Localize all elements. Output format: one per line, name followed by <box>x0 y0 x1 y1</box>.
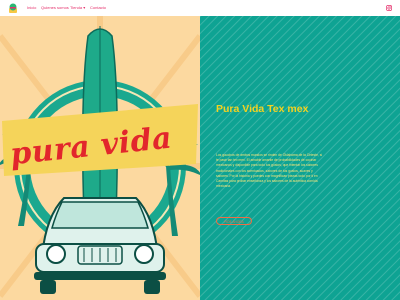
hero-description: Los gauchos de ambos mundos se rinden de… <box>216 153 323 189</box>
hero-illustration-panel: pura vida <box>0 16 200 300</box>
nav-link-inicio[interactable]: Inicio <box>27 5 36 10</box>
pura-vida-logo[interactable] <box>8 2 18 14</box>
nav-link-tienda-dropdown[interactable]: Tienda ▾ <box>70 5 85 10</box>
instagram-icon[interactable] <box>386 5 392 11</box>
hero-title: Pura Vida Tex mex <box>216 103 309 115</box>
hero-info-panel: Pura Vida Tex mex Los gauchos de ambos m… <box>200 16 400 300</box>
nav-link-contacto[interactable]: Contacto <box>90 5 106 10</box>
top-navbar: Inicio Quienes somos Tienda ▾ Contacto <box>0 0 400 16</box>
nav-link-quienes-somos[interactable]: Quienes somos <box>41 5 69 10</box>
cta-button[interactable]: PIDE AHORA <box>216 217 252 225</box>
